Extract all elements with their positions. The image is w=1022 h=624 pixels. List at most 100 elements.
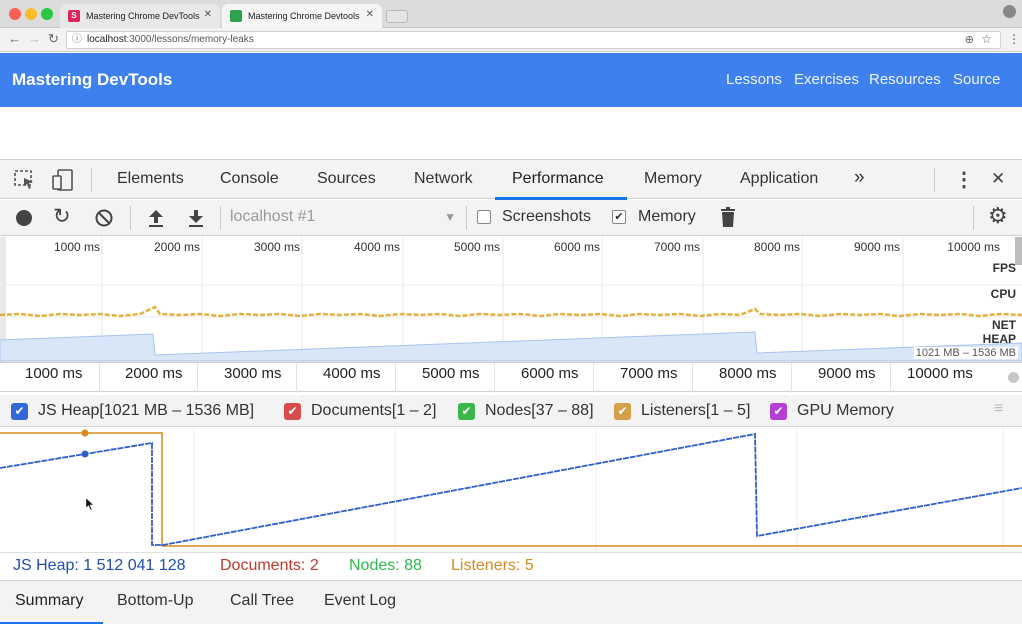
nav-resources-link[interactable]: Resources bbox=[869, 71, 941, 88]
fps-track-label: FPS bbox=[992, 261, 1016, 275]
site-title[interactable]: Mastering DevTools bbox=[12, 70, 172, 90]
ruler-tick: 6000 ms bbox=[521, 365, 579, 382]
tab-memory[interactable]: Memory bbox=[644, 170, 702, 188]
close-devtools-icon[interactable]: ✕ bbox=[991, 169, 1005, 189]
ruler-tick: 9000 ms bbox=[818, 365, 876, 382]
collect-garbage-icon[interactable] bbox=[720, 207, 736, 228]
address-bar[interactable]: ⓘ localhost:3000/lessons/memory-leaks ⊕ … bbox=[66, 31, 1001, 49]
counter-lines bbox=[0, 428, 1022, 552]
js-heap-legend-label: JS Heap[1021 MB – 1536 MB] bbox=[38, 402, 255, 419]
documents-legend-label: Documents[1 – 2] bbox=[311, 402, 437, 419]
capture-settings-gear-icon[interactable]: ⚙ bbox=[988, 203, 1008, 229]
ruler-divider bbox=[395, 363, 396, 393]
nodes-value: Nodes: 88 bbox=[349, 557, 422, 574]
ruler-tick: 5000 ms bbox=[422, 365, 480, 382]
toolbar-divider bbox=[466, 206, 467, 230]
toolbar-divider bbox=[934, 168, 935, 192]
nodes-checkbox[interactable]: ✔ bbox=[458, 403, 475, 420]
listeners-value: Listeners: 5 bbox=[451, 557, 534, 574]
close-tab-icon[interactable]: ✕ bbox=[366, 9, 374, 20]
minimize-window-button[interactable] bbox=[25, 8, 37, 20]
overview-graph bbox=[0, 237, 1022, 362]
nav-lessons-link[interactable]: Lessons bbox=[726, 71, 782, 88]
gpu-memory-checkbox[interactable]: ✔ bbox=[770, 403, 787, 420]
tab-event-log[interactable]: Event Log bbox=[324, 592, 396, 610]
nodes-legend-label: Nodes[37 – 88] bbox=[485, 402, 594, 419]
memory-label: Memory bbox=[638, 208, 696, 225]
reload-record-icon[interactable]: ↻ bbox=[53, 204, 71, 229]
zoom-window-button[interactable] bbox=[41, 8, 53, 20]
nav-source-link[interactable]: Source bbox=[953, 71, 1001, 88]
tab-application[interactable]: Application bbox=[740, 170, 818, 188]
browser-tab-title: Mastering Chrome Devtools bbox=[248, 11, 360, 21]
device-toolbar-icon[interactable] bbox=[52, 169, 74, 191]
counter-legend: ✔ JS Heap[1021 MB – 1536 MB] ✔ Documents… bbox=[0, 395, 1022, 427]
ruler-tick: 7000 ms bbox=[620, 365, 678, 382]
screen: S Mastering Chrome DevTools ✕ Mastering … bbox=[0, 0, 1022, 624]
details-tabs: Summary Bottom-Up Call Tree Event Log bbox=[0, 580, 1022, 624]
browser-toolbar: ← → ↻ ⓘ localhost:3000/lessons/memory-le… bbox=[0, 28, 1022, 52]
bookmark-star-icon[interactable]: ☆ bbox=[981, 31, 992, 47]
profile-select[interactable]: localhost #1 ▼ bbox=[228, 204, 460, 232]
site-header: Mastering DevTools Lessons Exercises Res… bbox=[0, 53, 1022, 107]
load-profile-icon[interactable] bbox=[147, 208, 165, 228]
new-tab-button[interactable] bbox=[386, 10, 408, 23]
clear-icon[interactable] bbox=[95, 209, 113, 227]
overview-tick: 3000 ms bbox=[253, 240, 300, 254]
profile-icon[interactable] bbox=[1003, 5, 1016, 18]
tab-call-tree[interactable]: Call Tree bbox=[230, 592, 294, 610]
record-icon[interactable] bbox=[16, 210, 32, 226]
ruler-divider bbox=[494, 363, 495, 393]
tab-summary[interactable]: Summary bbox=[15, 592, 83, 610]
overview-scroll-handle[interactable] bbox=[1015, 237, 1022, 265]
tab-console[interactable]: Console bbox=[220, 170, 279, 188]
tab-elements[interactable]: Elements bbox=[117, 170, 184, 188]
overview-tick: 4000 ms bbox=[353, 240, 400, 254]
tab-bottom-up[interactable]: Bottom-Up bbox=[117, 592, 193, 610]
ruler-divider bbox=[692, 363, 693, 393]
memory-checkbox[interactable]: ✔ bbox=[612, 210, 626, 224]
reload-icon[interactable]: ↻ bbox=[48, 31, 59, 47]
browser-tab[interactable]: S Mastering Chrome DevTools ✕ bbox=[60, 4, 220, 28]
ruler-tick: 4000 ms bbox=[323, 365, 381, 382]
chevron-down-icon: ▼ bbox=[444, 210, 456, 224]
ruler-divider bbox=[593, 363, 594, 393]
toolbar-divider bbox=[130, 206, 131, 230]
timeline-overview[interactable]: 1000 ms 2000 ms 3000 ms 4000 ms 5000 ms … bbox=[0, 237, 1022, 362]
toolbar-divider bbox=[91, 168, 92, 192]
documents-checkbox[interactable]: ✔ bbox=[284, 403, 301, 420]
devtools-menu-icon[interactable]: ⋮ bbox=[954, 167, 974, 192]
documents-value: Documents: 2 bbox=[220, 557, 319, 574]
back-icon[interactable]: ← bbox=[8, 31, 21, 46]
url-path: :3000/lessons/memory-leaks bbox=[126, 34, 254, 45]
tab-network[interactable]: Network bbox=[414, 170, 473, 188]
ruler-tick: 10000 ms bbox=[907, 365, 973, 382]
heap-track-label: HEAP bbox=[982, 332, 1016, 346]
zoom-icon[interactable]: ⊕ bbox=[965, 32, 974, 48]
overview-tick: 10000 ms bbox=[947, 240, 1000, 254]
tab-performance[interactable]: Performance bbox=[512, 170, 604, 188]
browser-tab-active[interactable]: Mastering Chrome Devtools ✕ bbox=[222, 4, 382, 28]
drag-handle-icon[interactable]: ≡ bbox=[994, 400, 1003, 418]
js-heap-checkbox[interactable]: ✔ bbox=[11, 403, 28, 420]
tab-sources[interactable]: Sources bbox=[317, 170, 376, 188]
timeline-ruler: 1000 ms 2000 ms 3000 ms 4000 ms 5000 ms … bbox=[0, 362, 1022, 393]
browser-menu-icon[interactable]: ⋮ bbox=[1008, 32, 1020, 46]
ruler-divider bbox=[99, 363, 100, 393]
save-profile-icon[interactable] bbox=[187, 208, 205, 228]
heap-range-label: 1021 MB – 1536 MB bbox=[913, 347, 1018, 359]
overview-tick: 6000 ms bbox=[553, 240, 600, 254]
close-tab-icon[interactable]: ✕ bbox=[204, 9, 212, 20]
close-window-button[interactable] bbox=[9, 8, 21, 20]
inspect-element-icon[interactable] bbox=[14, 170, 36, 190]
ruler-tick: 8000 ms bbox=[719, 365, 777, 382]
ruler-tick: 3000 ms bbox=[224, 365, 282, 382]
listeners-checkbox[interactable]: ✔ bbox=[614, 403, 631, 420]
overview-tick: 2000 ms bbox=[153, 240, 200, 254]
memory-counter-graph[interactable] bbox=[0, 428, 1022, 552]
screenshots-checkbox[interactable] bbox=[477, 210, 491, 224]
forward-icon[interactable]: → bbox=[28, 31, 41, 46]
nav-exercises-link[interactable]: Exercises bbox=[794, 71, 859, 88]
info-icon: ⓘ bbox=[72, 34, 82, 45]
more-tabs-icon[interactable]: » bbox=[854, 167, 865, 189]
